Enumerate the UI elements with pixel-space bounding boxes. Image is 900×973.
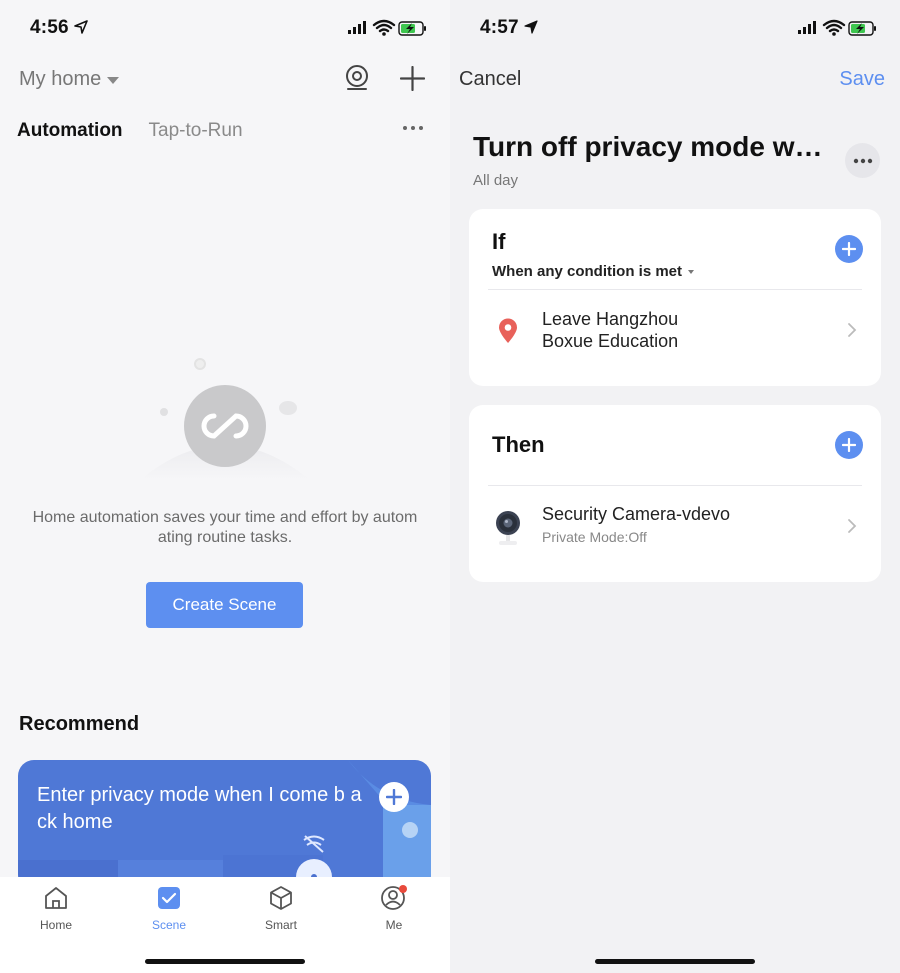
scene-edit-screen: 4:57 Cancel Save Turn off privacy mode w… [450,0,900,973]
status-time: 4:57 [480,17,519,38]
tab-home-label: Home [39,918,72,932]
scene-effective-period[interactable]: All day [473,172,518,189]
location-pin-icon [499,318,517,343]
more-icon [853,158,872,163]
create-scene-button[interactable]: Create Scene [146,582,303,628]
scene-more-button[interactable] [845,143,880,178]
home-selector-label: My home [19,68,102,90]
add-condition-button[interactable] [835,235,863,263]
recommend-heading: Recommend [19,713,140,735]
recommend-card[interactable]: Enter privacy mode when I come b ack hom… [18,760,431,890]
add-icon[interactable] [400,66,425,91]
condition-mode-label: When any condition is met [492,263,683,280]
condition-line2: Boxue Education [542,331,679,351]
location-arrow-icon [74,20,88,34]
chevron-right-icon [848,519,857,533]
home-selector[interactable]: My home [19,68,120,91]
location-arrow-icon [524,20,538,34]
caret-down-icon [107,77,120,84]
condition-line1: Leave Hangzhou [542,309,679,329]
tab-tap-to-run[interactable]: Tap-to-Run [149,120,243,142]
smart-cube-icon [270,886,292,910]
recommend-add-button[interactable] [379,782,409,812]
home-icon [45,887,67,909]
profile-icon [381,885,407,910]
bottom-tab-bar: Home Scene Smart Me [0,877,450,973]
home-indicator [145,959,305,964]
add-action-button[interactable] [835,431,863,459]
action-row[interactable]: Security Camera-vdevo Private Mode:Off [469,486,881,582]
status-icons [798,19,876,36]
status-time: 4:56 [30,17,69,38]
tab-scene-label: Scene [151,918,187,932]
caret-down-icon [688,269,695,274]
camera-icon [496,511,520,545]
tab-scene[interactable]: Scene [129,885,209,932]
tab-smart[interactable]: Smart [241,885,321,932]
condition-mode-selector[interactable]: When any condition is met [492,263,695,280]
tab-me-label: Me [385,918,403,932]
plus-icon [842,242,856,256]
tab-smart-label: Smart [264,918,297,932]
condition-row[interactable]: Leave Hangzhou Boxue Education [469,290,881,386]
then-title: Then [492,432,545,457]
more-icon[interactable] [402,124,424,132]
then-card: Then Security Camera-vdevo Private Mode:… [469,405,881,582]
if-title: If [492,229,506,254]
recommend-card-text: Enter privacy mode when I come b ack hom… [37,784,362,833]
empty-state-message: Home automation saves your time and effo… [32,509,418,546]
home-indicator [595,959,755,964]
tab-automation[interactable]: Automation [17,120,123,142]
save-button[interactable]: Save [839,68,885,91]
chevron-right-icon [848,323,857,337]
status-bar: 4:57 [450,0,900,56]
plus-icon [386,789,402,805]
action-setting: Private Mode:Off [542,529,647,545]
scene-tabs: Automation Tap-to-Run [17,120,243,142]
scene-title[interactable]: Turn off privacy mode when I leave Hangz… [473,131,823,163]
scene-check-icon [158,887,180,909]
if-card: If When any condition is met Leave Hangz… [469,209,881,386]
automation-screen: 4:56 My home Automation Tap-to-Run Home … [0,0,450,973]
automation-illustration [140,358,310,480]
status-icons [348,19,426,36]
cancel-button[interactable]: Cancel [459,68,521,91]
tab-me[interactable]: Me [354,885,434,932]
camera-icon[interactable] [345,64,369,92]
tab-home[interactable]: Home [16,885,96,932]
action-device-name: Security Camera-vdevo [542,504,731,524]
status-bar: 4:56 [0,0,450,56]
plus-icon [842,438,856,452]
